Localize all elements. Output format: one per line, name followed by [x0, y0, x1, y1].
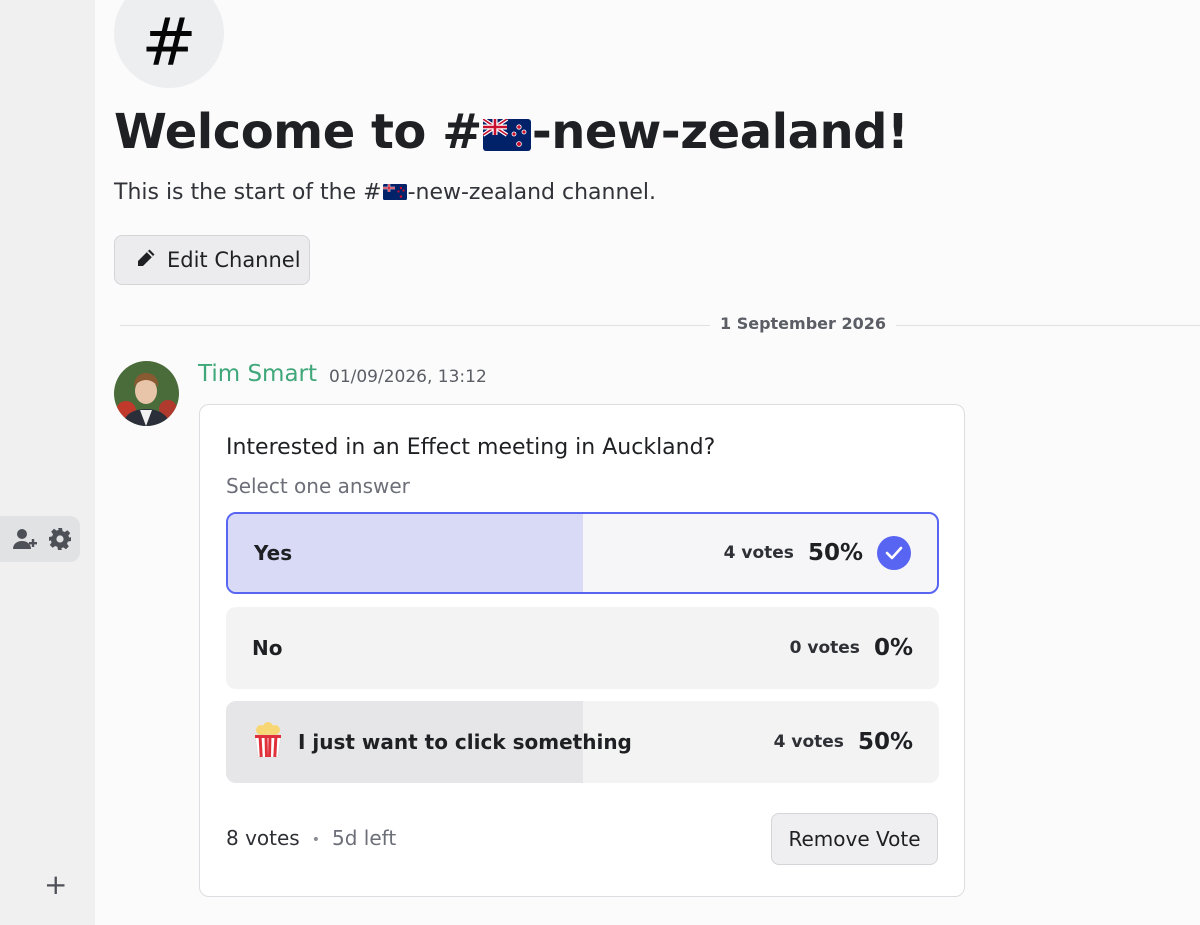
poll-card: Interested in an Effect meeting in Auckl…: [199, 404, 965, 897]
poll-option-votes: 4 votes: [773, 732, 844, 752]
welcome-prefix: Welcome to #: [114, 104, 482, 160]
add-server-icon[interactable]: +: [44, 871, 70, 899]
gear-icon[interactable]: [48, 527, 72, 551]
pencil-icon: [135, 247, 157, 274]
poll-time-left: 5d left: [332, 826, 397, 850]
poll-subtitle: Select one answer: [226, 474, 410, 498]
poll-option-result: 4 votes 50%: [774, 701, 913, 783]
nz-flag-icon: [481, 107, 531, 163]
add-member-icon[interactable]: [12, 527, 38, 551]
poll-option-votes: 4 votes: [723, 543, 794, 563]
poll-option-click-something[interactable]: I just want to click something 4 votes 5…: [226, 701, 939, 783]
avatar[interactable]: [114, 361, 179, 426]
message-author[interactable]: Tim Smart: [198, 361, 317, 387]
poll-option-label-wrap: I just want to click something: [252, 701, 632, 783]
desc-suffix: -new-zealand channel.: [407, 180, 657, 205]
date-divider-label: 1 September 2026: [710, 314, 896, 333]
edit-channel-button[interactable]: Edit Channel: [114, 235, 310, 285]
channel-description: This is the start of the # -new-zealand c…: [114, 180, 656, 206]
welcome-title: Welcome to # -new-zealand!: [114, 104, 909, 163]
channel-tools: [0, 516, 80, 562]
poll-footer: 8 votes • 5d left: [226, 826, 396, 850]
date-divider: [120, 325, 1200, 326]
poll-option-yes[interactable]: Yes 4 votes 50%: [226, 512, 939, 594]
poll-option-label: Yes: [254, 541, 293, 565]
poll-option-votes: 0 votes: [789, 638, 860, 658]
poll-option-no[interactable]: No 0 votes 0%: [226, 607, 939, 689]
poll-option-percent: 50%: [857, 729, 913, 755]
remove-vote-button[interactable]: Remove Vote: [771, 813, 938, 865]
server-sidebar: +: [0, 0, 95, 925]
poll-total-votes: 8 votes: [226, 826, 300, 850]
poll-option-percent: 50%: [807, 540, 863, 566]
popcorn-icon: [252, 721, 284, 763]
poll-option-result: 4 votes 50%: [724, 514, 911, 592]
welcome-suffix: -new-zealand!: [531, 104, 909, 160]
checkmark-icon: [877, 536, 911, 570]
desc-prefix: This is the start of the #: [114, 180, 382, 205]
message-timestamp: 01/09/2026, 13:12: [329, 367, 487, 387]
poll-option-result: 0 votes 0%: [790, 607, 913, 689]
poll-option-label: I just want to click something: [298, 730, 632, 754]
edit-channel-label: Edit Channel: [167, 248, 301, 272]
channel-hash-icon: #: [114, 0, 224, 88]
poll-option-label-wrap: Yes: [254, 514, 292, 592]
poll-option-percent: 0%: [873, 635, 913, 661]
poll-option-label-wrap: No: [252, 607, 282, 689]
hash-glyph: #: [141, 3, 197, 81]
poll-question: Interested in an Effect meeting in Auckl…: [226, 435, 716, 460]
poll-option-label: No: [252, 636, 283, 660]
separator-dot: •: [311, 831, 320, 848]
nz-flag-small-icon: [382, 181, 407, 206]
